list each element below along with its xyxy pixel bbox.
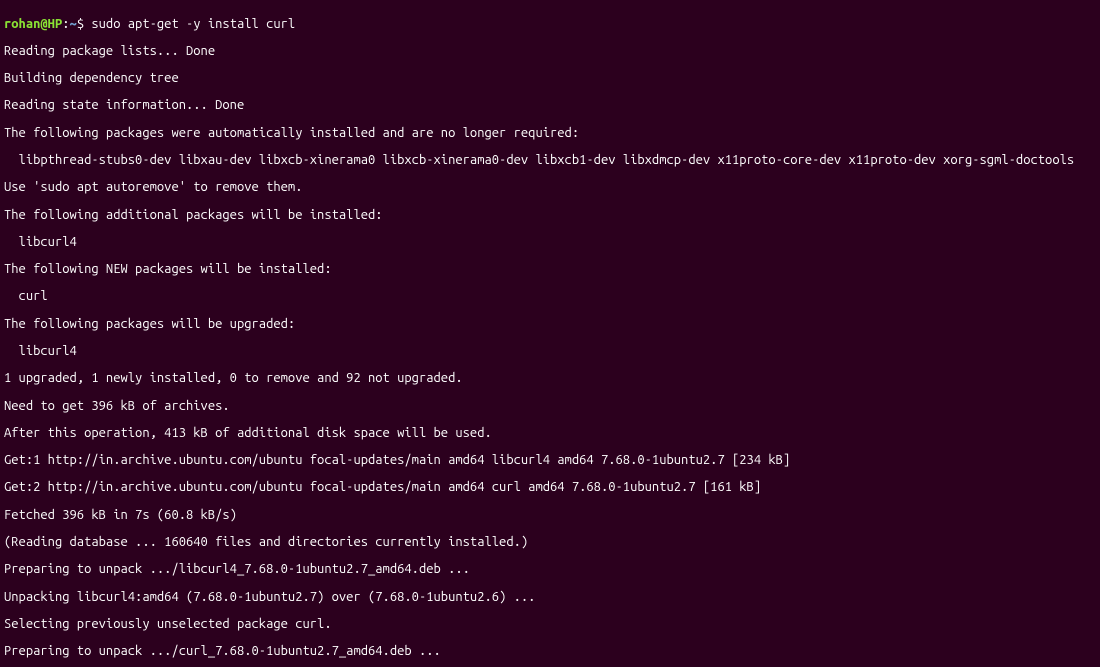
terminal[interactable]: rohan@HP:~$ sudo apt-get -y install curl… xyxy=(0,0,1100,667)
output-line: The following NEW packages will be insta… xyxy=(4,263,1096,277)
output-line: libcurl4 xyxy=(4,236,1096,250)
output-line: Preparing to unpack .../libcurl4_7.68.0-… xyxy=(4,563,1096,577)
output-line: libpthread-stubs0-dev libxau-dev libxcb-… xyxy=(4,154,1096,168)
output-line: Reading package lists... Done xyxy=(4,45,1096,59)
prompt-user: rohan@HP xyxy=(4,17,62,31)
prompt-sep2: $ xyxy=(77,17,92,31)
output-line: Reading state information... Done xyxy=(4,99,1096,113)
output-line: (Reading database ... 160640 files and d… xyxy=(4,536,1096,550)
output-line: The following packages were automaticall… xyxy=(4,127,1096,141)
output-line: Get:1 http://in.archive.ubuntu.com/ubunt… xyxy=(4,454,1096,468)
prompt-line-1: rohan@HP:~$ sudo apt-get -y install curl xyxy=(4,18,1096,32)
output-line: The following additional packages will b… xyxy=(4,209,1096,223)
output-line: Fetched 396 kB in 7s (60.8 kB/s) xyxy=(4,509,1096,523)
output-line: Building dependency tree xyxy=(4,72,1096,86)
command-apt-install: sudo apt-get -y install curl xyxy=(91,17,295,31)
output-line: Need to get 396 kB of archives. xyxy=(4,400,1096,414)
output-line: Selecting previously unselected package … xyxy=(4,618,1096,632)
output-line: Unpacking libcurl4:amd64 (7.68.0-1ubuntu… xyxy=(4,591,1096,605)
output-line: The following packages will be upgraded: xyxy=(4,318,1096,332)
output-line: libcurl4 xyxy=(4,345,1096,359)
output-line: Use 'sudo apt autoremove' to remove them… xyxy=(4,181,1096,195)
output-line: Get:2 http://in.archive.ubuntu.com/ubunt… xyxy=(4,481,1096,495)
prompt-sep1: : xyxy=(62,17,69,31)
output-line: Preparing to unpack .../curl_7.68.0-1ubu… xyxy=(4,645,1096,659)
output-line: 1 upgraded, 1 newly installed, 0 to remo… xyxy=(4,372,1096,386)
prompt-path: ~ xyxy=(70,17,77,31)
output-line: After this operation, 413 kB of addition… xyxy=(4,427,1096,441)
output-line: curl xyxy=(4,290,1096,304)
